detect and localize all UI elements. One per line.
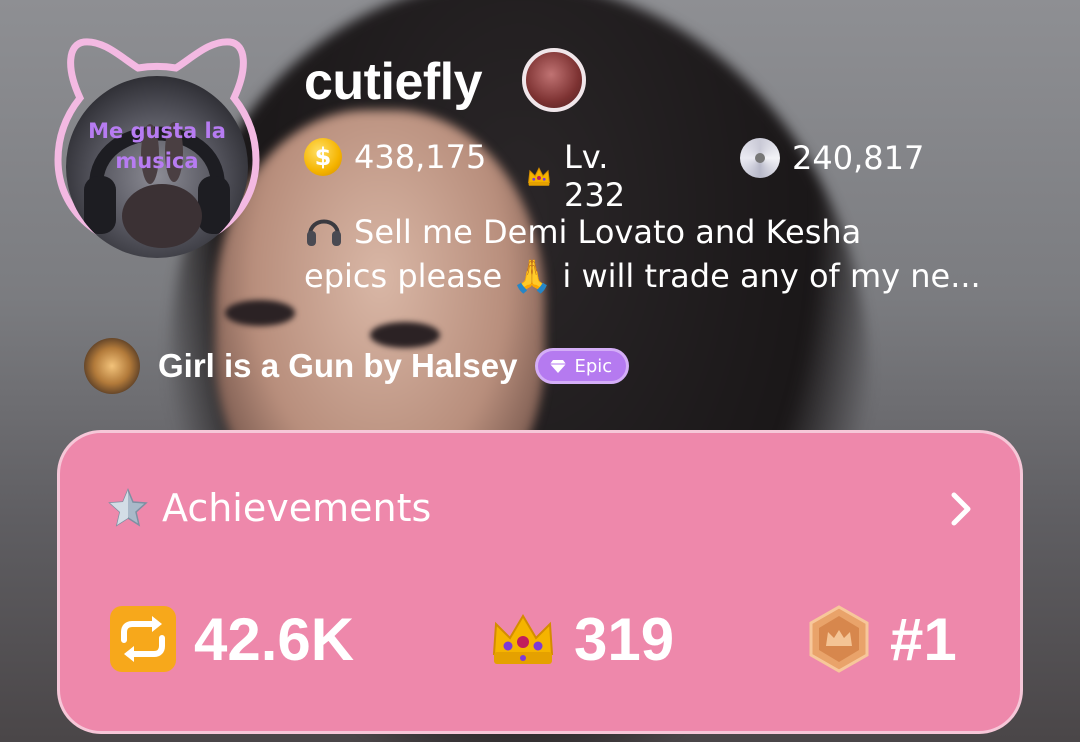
achievement-value: 319 xyxy=(574,605,675,673)
featured-song[interactable]: Girl is a Gun by Halsey Epic xyxy=(84,338,630,394)
coins-stat: $ 438,175 xyxy=(304,138,486,176)
bio-line-2: epics please 🙏 i will trade any of my ne… xyxy=(304,257,981,295)
crown-icon xyxy=(492,614,554,664)
profile-avatar[interactable]: Me gusta la musica xyxy=(52,38,262,258)
achievement-item: 319 xyxy=(488,603,674,675)
achievements-header: Achievements xyxy=(108,483,431,533)
crown-icon xyxy=(528,167,550,186)
song-cover-art xyxy=(84,338,140,394)
song-title: Girl is a Gun by Halsey xyxy=(158,347,518,384)
achievement-value: #1 xyxy=(890,605,957,673)
disc-icon xyxy=(740,138,780,178)
achievements-card[interactable]: Achievements 42.6K 319 #1 xyxy=(57,430,1023,734)
discs-stat: 240,817 xyxy=(740,138,924,178)
level-stat: Lv. 232 xyxy=(526,138,639,214)
gem-icon xyxy=(550,360,567,373)
rank-badge-icon xyxy=(809,605,869,673)
rarity-label: Epic xyxy=(574,355,613,377)
bio-line-1: Sell me Demi Lovato and Kesha xyxy=(354,213,862,251)
username: cutiefly xyxy=(304,53,483,111)
achievement-item: #1 xyxy=(804,603,957,675)
secondary-avatar[interactable] xyxy=(522,48,586,112)
avatar-caption: Me gusta la musica xyxy=(88,119,226,173)
chevron-right-icon[interactable] xyxy=(946,489,976,529)
coins-value: 438,175 xyxy=(354,138,487,176)
headphones-icon xyxy=(307,219,341,246)
repeat-icon xyxy=(110,606,176,672)
avatar-image: Me gusta la musica xyxy=(66,76,248,258)
profile-bio: Sell me Demi Lovato and Kesha epics plea… xyxy=(304,210,1024,298)
star-icon xyxy=(108,488,148,527)
achievement-value: 42.6K xyxy=(194,605,355,673)
level-value: Lv. 232 xyxy=(563,138,626,214)
rarity-badge: Epic xyxy=(535,348,630,384)
achievement-item: 42.6K xyxy=(108,603,354,675)
achievements-title: Achievements xyxy=(162,486,432,530)
discs-value: 240,817 xyxy=(792,139,925,177)
coin-icon: $ xyxy=(304,138,342,176)
